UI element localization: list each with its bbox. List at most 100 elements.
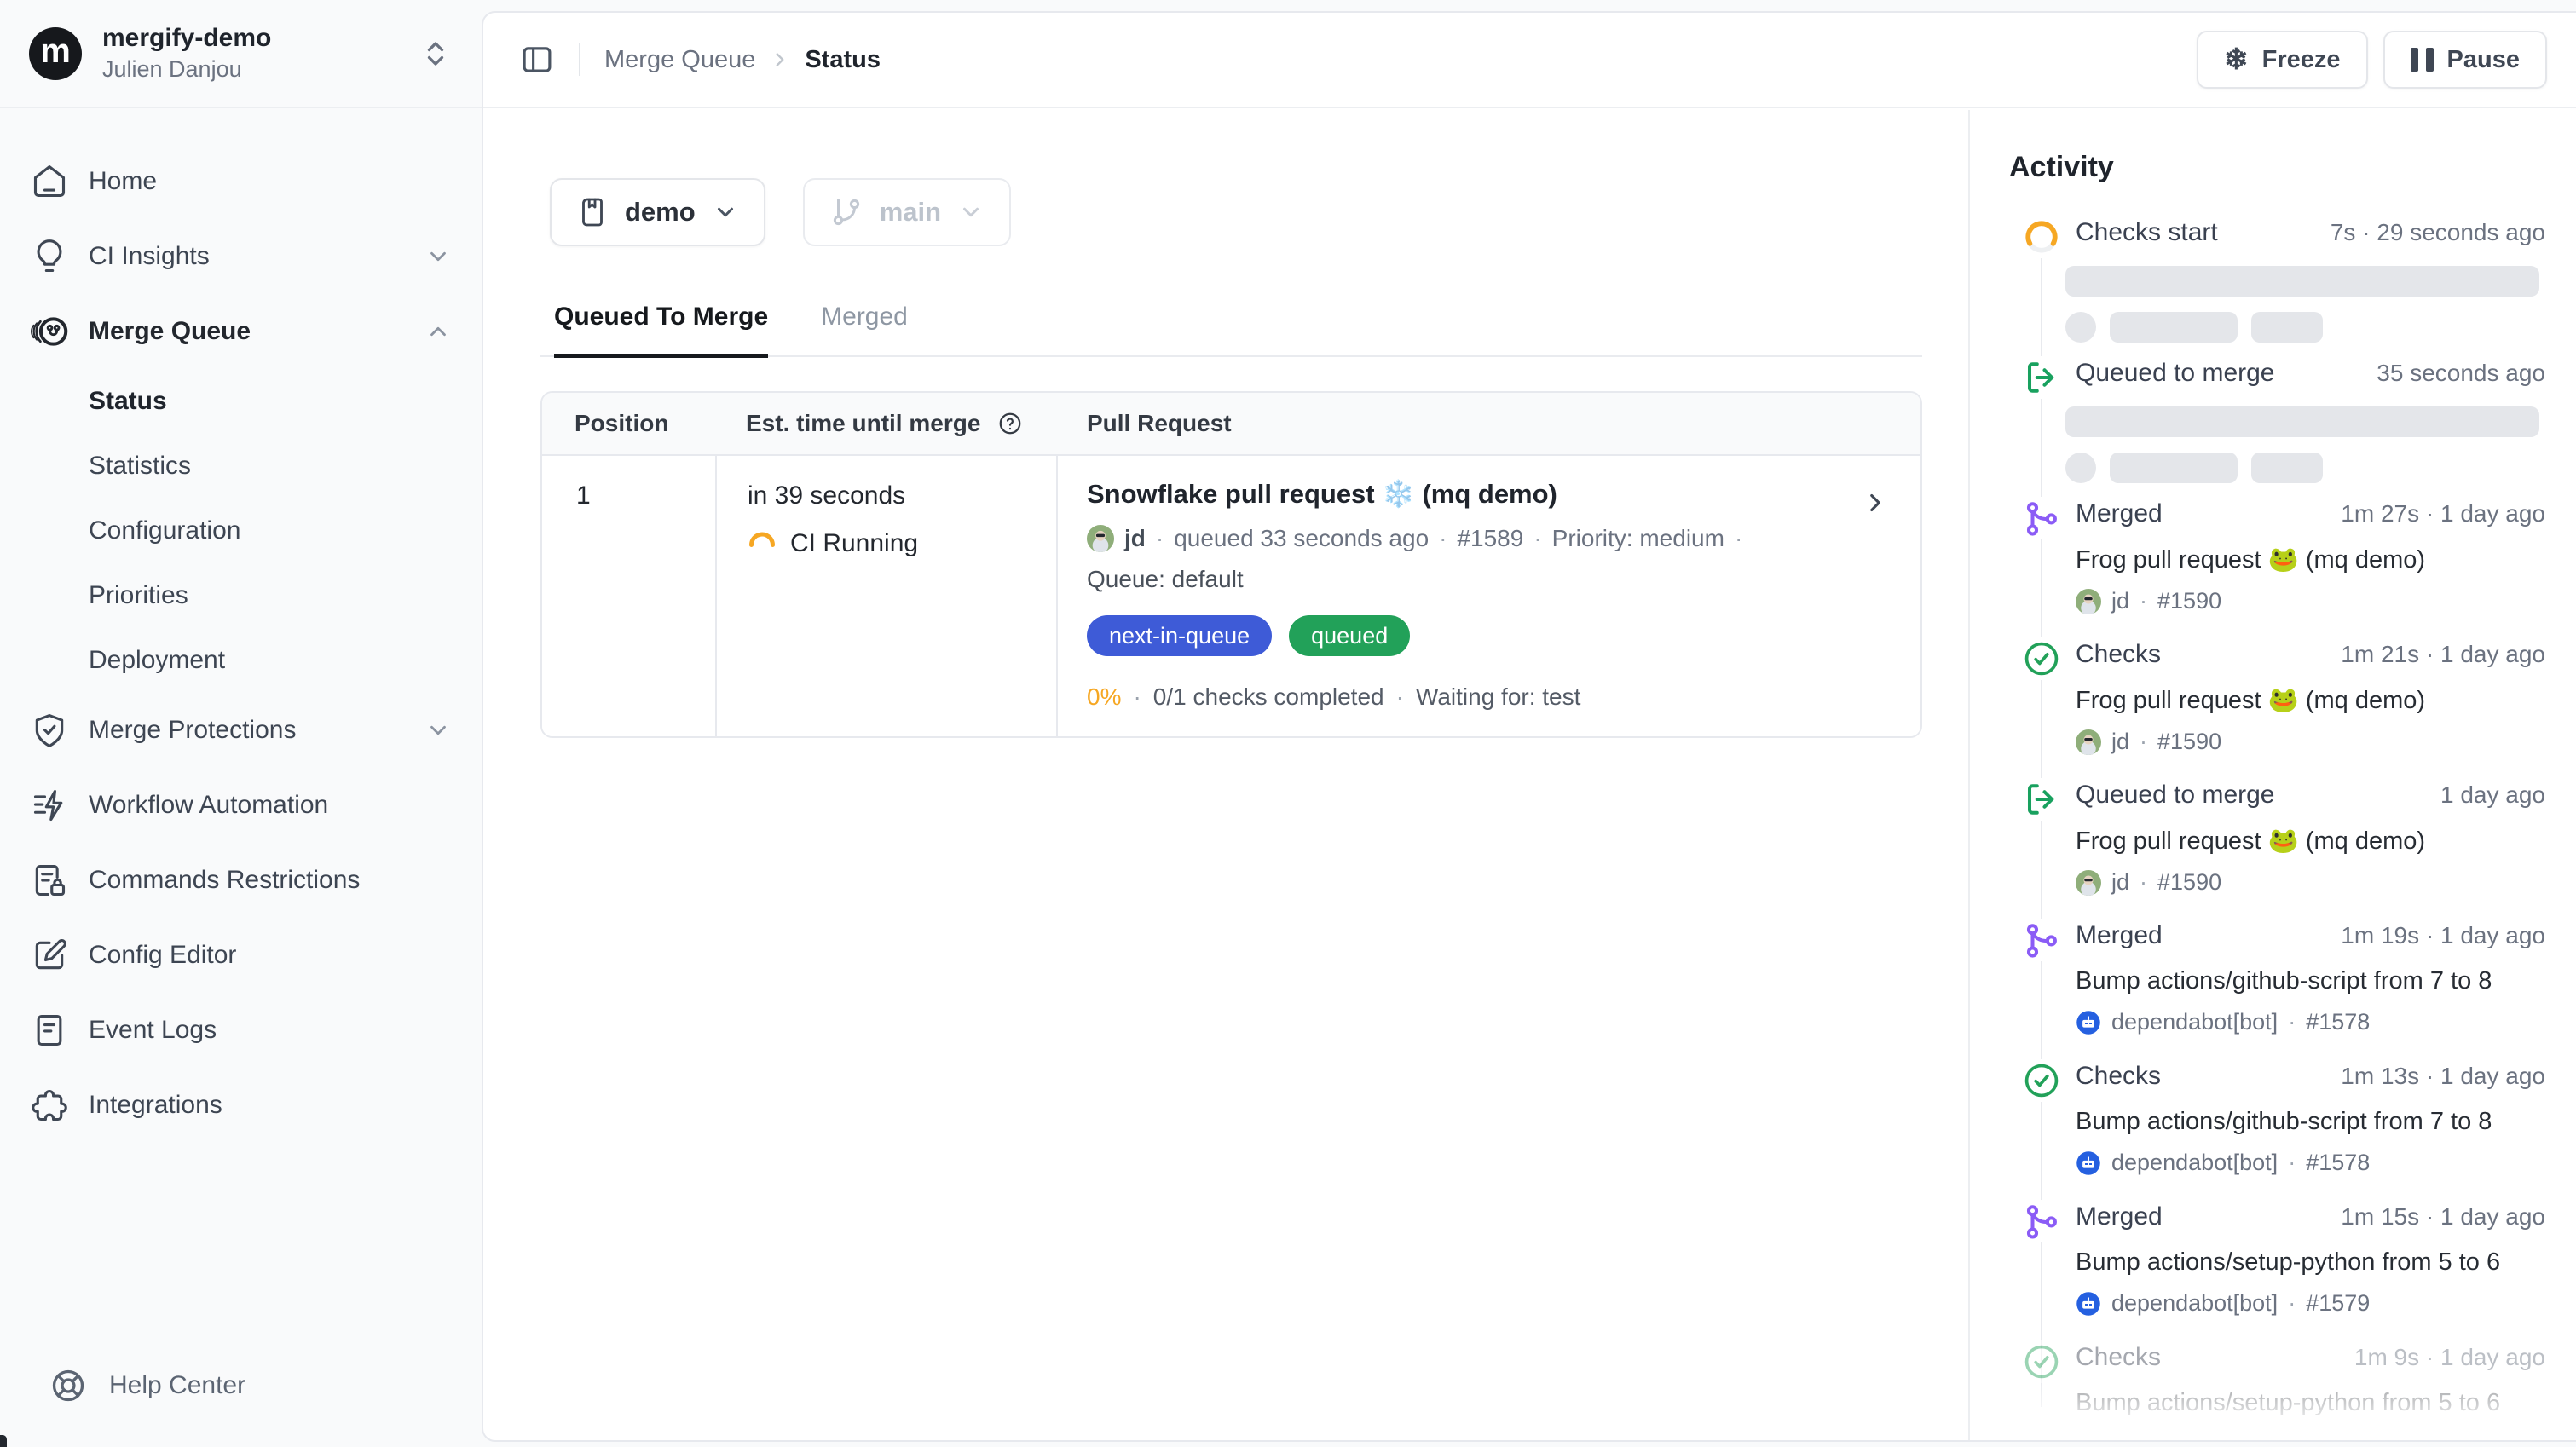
separator: ·: [1439, 525, 1447, 552]
activity-panel: Activity Checks start7s · 29 seconds ago: [1968, 110, 2576, 1440]
activity-item-number: #1590: [2157, 588, 2221, 614]
column-eta: Est. time until merge: [717, 410, 1058, 437]
separator: ·: [1156, 525, 1164, 552]
pr-badges: next-in-queue queued: [1087, 615, 1890, 656]
merge-queue-subnav: Status Statistics Configuration Prioriti…: [0, 369, 482, 693]
sidebar-item-integrations[interactable]: Integrations: [0, 1068, 482, 1143]
pause-button[interactable]: Pause: [2383, 31, 2547, 89]
activity-item-pr-title[interactable]: Bump actions/setup-python from 5 to 6: [2076, 1389, 2545, 1417]
activity-item-pr-title[interactable]: Frog pull request 🐸 (mq demo): [2076, 545, 2545, 574]
pr-author: jd: [1124, 525, 1146, 552]
sidebar-item-workflow-automation[interactable]: Workflow Automation: [0, 768, 482, 843]
eta-value: in 39 seconds: [748, 481, 1056, 510]
sidebar-item-ci-insights[interactable]: CI Insights: [0, 219, 482, 294]
pr-queued-time: queued 33 seconds ago: [1174, 525, 1429, 552]
panel-toggle-icon[interactable]: [519, 42, 555, 78]
activity-item[interactable]: Merged1m 15s · 1 day ago Bump actions/se…: [1970, 1202, 2545, 1343]
git-merge-icon: [2020, 919, 2063, 961]
sidebar-item-configuration[interactable]: Configuration: [0, 499, 482, 563]
workflow-automation-icon: [31, 787, 68, 824]
sidebar-item-config-editor[interactable]: Config Editor: [0, 918, 482, 993]
sidebar-item-event-logs[interactable]: Event Logs: [0, 993, 482, 1068]
activity-item-meta: 1m 9s · 1 day ago: [2354, 1344, 2545, 1371]
queue-table-header: Position Est. time until merge Pull Requ…: [542, 393, 1920, 456]
ci-status-label: CI Running: [790, 529, 918, 558]
sidebar-item-home[interactable]: Home: [0, 144, 482, 219]
freeze-button[interactable]: ❄ Freeze: [2197, 31, 2367, 89]
breadcrumb-current: Status: [805, 46, 881, 74]
activity-item[interactable]: Merged1m 27s · 1 day ago Frog pull reque…: [1970, 499, 2545, 640]
activity-item-author: jd: [2111, 588, 2129, 614]
activity-item-number: #1579: [2306, 1431, 2370, 1440]
activity-item[interactable]: Checks1m 21s · 1 day ago Frog pull reque…: [1970, 640, 2545, 781]
activity-item[interactable]: Checks1m 13s · 1 day ago Bump actions/gi…: [1970, 1062, 2545, 1202]
cut-off-widget: [0, 1435, 7, 1447]
queue-row[interactable]: 1 in 39 seconds CI Running Snowflake pul…: [542, 456, 1920, 736]
activity-item[interactable]: Checks start7s · 29 seconds ago: [1970, 218, 2545, 359]
activity-item-meta: 1m 15s · 1 day ago: [2341, 1203, 2545, 1231]
activity-item-pr-title[interactable]: Frog pull request 🐸 (mq demo): [2076, 686, 2545, 715]
tab-merged[interactable]: Merged: [821, 303, 908, 355]
activity-item-title: Checks: [2076, 1343, 2161, 1372]
branch-select[interactable]: main: [803, 178, 1011, 246]
separator: ·: [2288, 1290, 2296, 1317]
pr-priority: Priority: medium: [1552, 525, 1724, 552]
org-switcher[interactable]: m mergify-demo Julien Danjou: [0, 0, 482, 108]
activity-item-author: dependabot[bot]: [2111, 1431, 2278, 1440]
help-icon[interactable]: [997, 411, 1023, 436]
repository-book-icon: [577, 197, 608, 228]
skeleton-row: [2065, 453, 2545, 483]
separator: ·: [2140, 869, 2147, 896]
skeleton-bar: [2065, 266, 2539, 297]
activity-item[interactable]: Queued to merge35 seconds ago: [1970, 359, 2545, 499]
chevron-down-icon: [425, 718, 451, 743]
header-divider: [579, 43, 580, 76]
column-pull-request: Pull Request: [1058, 410, 1920, 437]
sidebar-item-commands-restrictions[interactable]: Commands Restrictions: [0, 843, 482, 918]
sidebar-item-merge-queue[interactable]: Merge Queue: [0, 294, 482, 369]
activity-item[interactable]: Merged 1m 19s · 1 day ago Bump actions/gi…: [1970, 921, 2545, 1062]
activity-item-pr-title[interactable]: Bump actions/github-script from 7 to 8: [2076, 967, 2545, 995]
sidebar-item-merge-protections[interactable]: Merge Protections: [0, 693, 482, 768]
circle-check-icon: [2020, 637, 2063, 680]
activity-item-pr-title[interactable]: Frog pull request 🐸 (mq demo): [2076, 827, 2545, 856]
pr-title[interactable]: Snowflake pull request ❄️ (mq demo): [1087, 478, 1890, 510]
chevron-down-icon: [425, 244, 451, 269]
sidebar: m mergify-demo Julien Danjou Home CI Ins…: [0, 0, 482, 1447]
dependabot-icon: [2076, 1150, 2101, 1176]
help-center-link[interactable]: Help Center: [0, 1348, 482, 1423]
activity-item[interactable]: Queued to merge1 day ago Frog pull reque…: [1970, 781, 2545, 921]
tab-queued-to-merge[interactable]: Queued To Merge: [554, 303, 768, 358]
breadcrumb-parent[interactable]: Merge Queue: [604, 46, 755, 74]
activity-item-number: #1578: [2306, 1150, 2370, 1176]
sidebar-item-status[interactable]: Status: [0, 369, 482, 434]
activity-item-byline: jd · #1590: [2076, 869, 2545, 896]
repository-select[interactable]: demo: [550, 178, 765, 246]
shield-check-icon: [31, 712, 68, 749]
separator: ·: [1735, 525, 1742, 552]
pr-queue-name: Queue: default: [1087, 566, 1890, 593]
queued-to-merge-icon: [2020, 356, 2063, 399]
chevron-right-icon[interactable]: [1861, 488, 1890, 517]
sidebar-item-deployment[interactable]: Deployment: [0, 628, 482, 693]
main-panel: Merge Queue Status ❄ Freeze Pause: [482, 11, 2576, 1442]
queue-tabs: Queued To Merge Merged: [540, 303, 1922, 357]
sidebar-item-priorities[interactable]: Priorities: [0, 563, 482, 628]
sidebar-item-label: Integrations: [89, 1091, 222, 1120]
branch-select-value: main: [880, 197, 941, 228]
pause-icon: [2411, 48, 2434, 72]
activity-item-meta: 1m 19s · 1 day ago: [2341, 922, 2545, 949]
dependabot-icon: [2076, 1291, 2101, 1317]
activity-item-pr-title[interactable]: Bump actions/setup-python from 5 to 6: [2076, 1248, 2545, 1277]
separator: ·: [2140, 729, 2147, 755]
pause-button-label: Pause: [2447, 46, 2520, 74]
activity-item[interactable]: Checks 1m 9s · 1 day ago Bump actions/set…: [1970, 1343, 2545, 1440]
activity-item-pr-title[interactable]: Bump actions/github-script from 7 to 8: [2076, 1108, 2545, 1136]
activity-timeline: Checks start7s · 29 seconds ago Queued t…: [1970, 218, 2545, 1440]
sidebar-item-statistics[interactable]: Statistics: [0, 434, 482, 499]
activity-item-title: Checks: [2076, 640, 2161, 669]
sidebar-item-label: Config Editor: [89, 941, 236, 970]
sidebar-item-label: Priorities: [89, 581, 188, 610]
activity-item-title: Merged: [2076, 921, 2163, 950]
chevron-down-icon: [958, 199, 984, 225]
